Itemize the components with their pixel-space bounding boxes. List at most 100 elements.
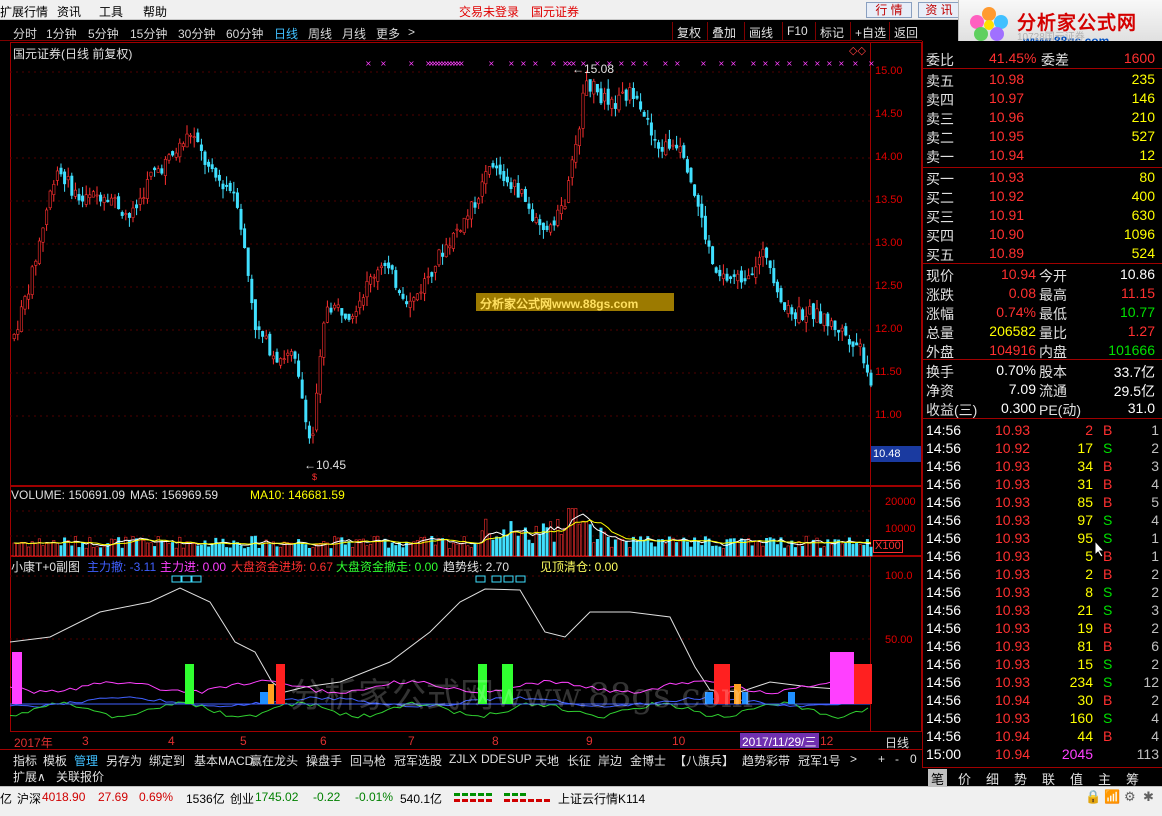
period-60min[interactable]: 60分钟 xyxy=(226,25,263,42)
volume-bar xyxy=(27,546,31,557)
chart-canvas[interactable]: × × × ×××××××××××× × × × × × ××× × × × × × × × × × × × × × × × × ×… xyxy=(10,42,922,732)
price-tick: 12.50 xyxy=(875,280,903,292)
fund-value: 29.5亿 xyxy=(1113,383,1155,399)
tick-time: 14:56 xyxy=(926,710,962,726)
overlay-button[interactable]: 叠加 xyxy=(707,22,740,40)
related-quotes-button[interactable]: 关联报价 xyxy=(56,768,104,785)
candle-body xyxy=(617,94,621,111)
quotes-button[interactable]: 行 情 xyxy=(866,2,912,18)
period-daily[interactable]: 日线 xyxy=(274,25,298,42)
gear-icon[interactable]: ⚙ xyxy=(1124,789,1136,805)
tick-price: 10.92 xyxy=(995,440,1031,456)
chevron-right-icon[interactable]: > xyxy=(408,25,415,39)
volume-bar xyxy=(477,543,481,557)
tab-zjlx[interactable]: ZJLX xyxy=(449,752,477,766)
tick-side: S xyxy=(1103,674,1113,690)
signal-x-mark: × xyxy=(630,59,637,68)
candle-body xyxy=(95,194,99,197)
period-tick[interactable]: 分时 xyxy=(13,25,37,42)
cy-index-name[interactable]: 创业 xyxy=(230,790,254,807)
candle-body xyxy=(127,213,131,218)
candle-body xyxy=(203,151,207,165)
tick-time: 14:56 xyxy=(926,422,962,438)
period-15min[interactable]: 15分钟 xyxy=(130,25,167,42)
candle-body xyxy=(567,180,571,203)
tick-count: 1 xyxy=(1151,548,1159,564)
volume-bar xyxy=(120,547,124,557)
volume-series xyxy=(12,508,873,557)
low-price-label: ←10.45 xyxy=(304,458,346,472)
settings-icon[interactable]: ✱ xyxy=(1143,789,1154,805)
candle-body xyxy=(541,222,545,230)
menu-news[interactable]: 资讯 xyxy=(57,3,81,20)
tick-volume: 97 xyxy=(1077,512,1093,528)
period-5min[interactable]: 5分钟 xyxy=(88,25,119,42)
zoom-in-button[interactable]: + xyxy=(878,752,885,766)
candle-body xyxy=(369,276,373,285)
menu-tools[interactable]: 工具 xyxy=(99,3,123,20)
fund-value: 7.09 xyxy=(1008,381,1036,397)
tick-price: 10.93 xyxy=(995,512,1031,528)
menu-help[interactable]: 帮助 xyxy=(143,3,167,20)
add-watchlist-button[interactable]: +自选 xyxy=(850,22,890,40)
candle-body xyxy=(570,159,574,178)
volume-bar xyxy=(466,545,470,557)
candle-body xyxy=(307,425,311,439)
tick-volume: 30 xyxy=(1077,692,1093,708)
candle-body xyxy=(768,260,772,269)
volume-bar xyxy=(225,547,229,557)
stat-label: 今开 xyxy=(1039,268,1067,284)
sh-index-name[interactable]: 沪深 xyxy=(17,790,41,807)
back-button[interactable]: 返回 xyxy=(889,22,922,40)
period-monthly[interactable]: 月线 xyxy=(342,25,366,42)
f10-button[interactable]: F10 xyxy=(782,22,812,40)
candle-body xyxy=(207,161,211,167)
zoom-reset-button[interactable]: 0 xyxy=(910,752,917,766)
current-price-tag: 10.48 xyxy=(871,446,921,462)
period-more[interactable]: 更多 xyxy=(376,25,400,42)
candle-body xyxy=(235,192,239,208)
menu-extended-quotes[interactable]: 扩展行情 xyxy=(0,3,48,20)
tab-dde[interactable]: DDE xyxy=(481,752,506,766)
lock-icon[interactable]: 🔒 xyxy=(1085,789,1101,805)
candle-body xyxy=(563,206,567,210)
mark-button[interactable]: 标记 xyxy=(815,22,848,40)
time-tick: 5 xyxy=(240,734,247,748)
expand-button[interactable]: 扩展∧ xyxy=(13,768,46,785)
trade-login-status[interactable]: 交易未登录 xyxy=(459,3,519,20)
volume-bar xyxy=(315,544,319,557)
cy-index-pct: -0.01% xyxy=(355,790,394,804)
period-30min[interactable]: 30分钟 xyxy=(178,25,215,42)
volume-bar xyxy=(37,538,41,557)
volume-bar xyxy=(531,543,535,557)
price-tick: 12.00 xyxy=(875,323,903,335)
arrow-left-icon: ← xyxy=(572,62,584,76)
volume-bar xyxy=(585,521,589,557)
candle-body xyxy=(430,272,434,277)
period-1min[interactable]: 1分钟 xyxy=(46,25,77,42)
wifi-icon[interactable]: 📶 xyxy=(1104,789,1120,805)
zoom-out-button[interactable]: - xyxy=(895,752,899,766)
draw-line-button[interactable]: 画线 xyxy=(744,22,777,40)
candle-body xyxy=(606,88,610,105)
candle-body xyxy=(102,196,106,203)
candle-body xyxy=(747,275,751,280)
server-name[interactable]: 上证云行情K114 xyxy=(558,790,645,807)
volume-bar xyxy=(797,541,801,557)
tab-sup[interactable]: SUP xyxy=(507,752,532,766)
candle-body xyxy=(675,144,679,149)
volume-bar xyxy=(851,544,855,557)
period-weekly[interactable]: 周线 xyxy=(308,25,332,42)
volume-bar xyxy=(181,547,185,557)
adjust-button[interactable]: 复权 xyxy=(672,22,705,40)
candle-body xyxy=(721,273,725,279)
news-button[interactable]: 资 讯 xyxy=(918,2,960,18)
candle-body xyxy=(282,358,286,361)
tick-row: 14:56 10.93 31 B 4 xyxy=(923,475,1162,493)
tab-scroll-right-icon[interactable]: > xyxy=(850,752,857,766)
volume-bar xyxy=(495,536,499,557)
tick-row: 14:56 10.94 30 B 2 xyxy=(923,691,1162,709)
volume-bar xyxy=(563,527,567,557)
candle-body xyxy=(765,247,769,258)
big-in-legend: 大盘资金进场: 0.67 xyxy=(231,560,334,574)
